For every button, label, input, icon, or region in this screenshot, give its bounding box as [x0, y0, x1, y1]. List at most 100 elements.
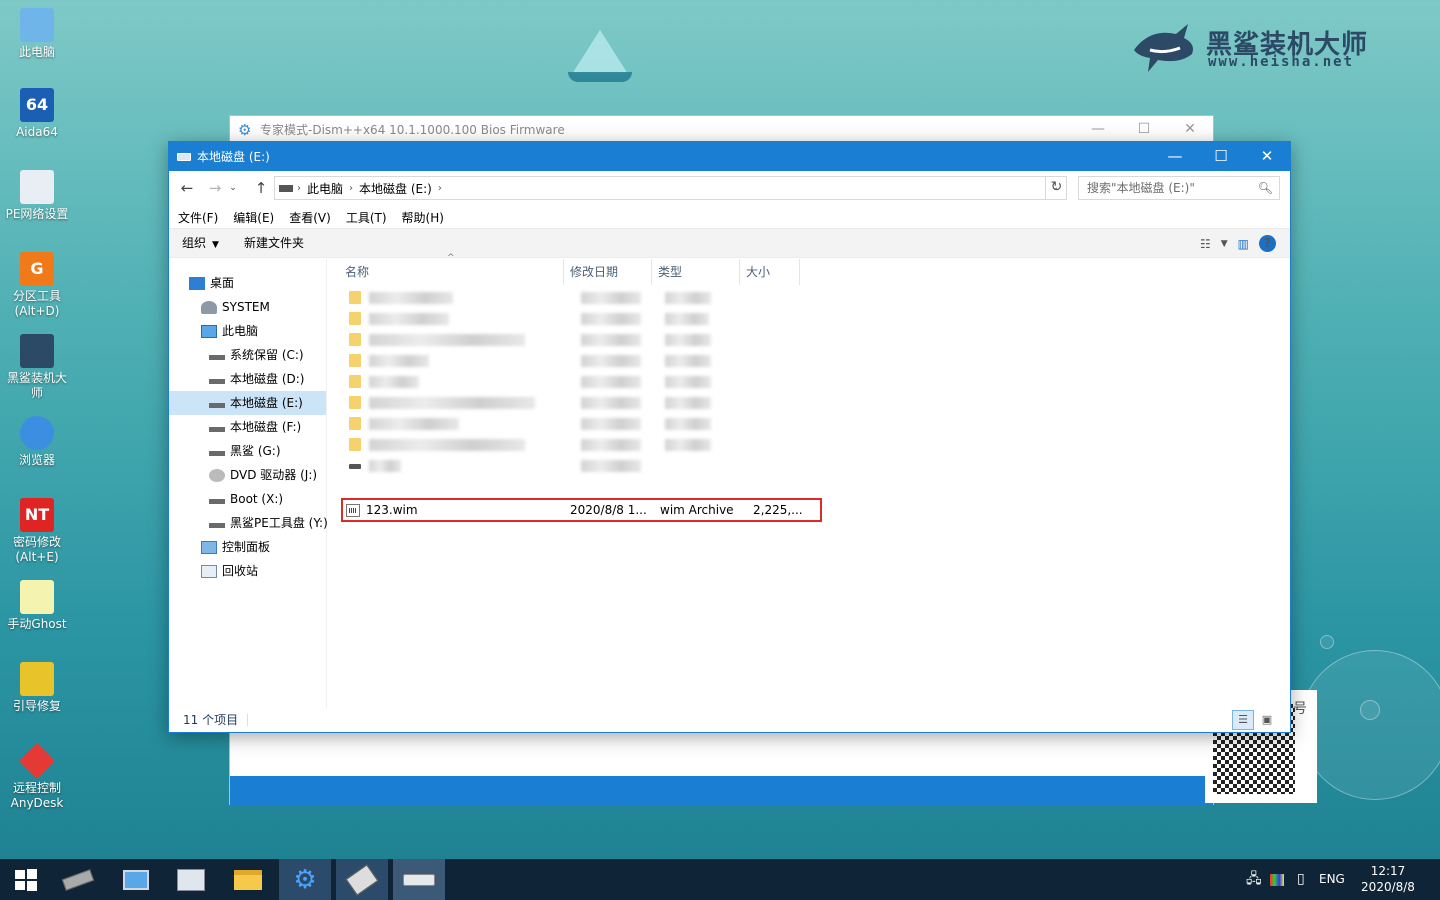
- input-language[interactable]: ENG: [1319, 859, 1345, 900]
- menu-help[interactable]: 帮助(H): [402, 208, 444, 228]
- dism-title-bar[interactable]: ⚙ 专家模式-Dism++x64 10.1.1000.100 Bios Firm…: [230, 116, 1213, 143]
- folder-icon: [349, 464, 361, 469]
- desktop-icon-aida64[interactable]: 64 Aida64: [4, 88, 70, 140]
- menu-edit[interactable]: 编辑(E): [233, 208, 274, 228]
- close-button[interactable]: ✕: [1244, 142, 1290, 171]
- taskbar-memory-app[interactable]: [52, 859, 104, 900]
- desktop-icon-password-key[interactable]: NT 密码修改 (Alt+E): [4, 498, 70, 565]
- forward-arrow-icon[interactable]: →: [205, 177, 225, 199]
- obscured-text: [581, 460, 641, 472]
- desktop-icon-boot-repair[interactable]: 引导修复: [4, 662, 70, 714]
- breadcrumb-separator[interactable]: ›: [349, 183, 353, 194]
- close-button[interactable]: ✕: [1167, 116, 1213, 143]
- maximize-button[interactable]: ☐: [1121, 116, 1167, 143]
- taskbar-disk-tool[interactable]: [336, 859, 388, 900]
- search-input[interactable]: 搜索"本地磁盘 (E:)" 🔍︎: [1078, 176, 1280, 200]
- menu-file[interactable]: 文件(F): [178, 208, 218, 228]
- ghost-icon: [20, 580, 54, 614]
- list-item[interactable]: [349, 456, 849, 476]
- desktop-icon-label: (Alt+D): [14, 304, 60, 318]
- desktop-icon-partition-tool[interactable]: G 分区工具 (Alt+D): [4, 252, 70, 319]
- breadcrumb-drive-e[interactable]: 本地磁盘 (E:): [359, 180, 432, 197]
- nav-item-10[interactable]: 黑鲨PE工具盘 (Y:): [209, 511, 328, 535]
- network-icon: [20, 170, 54, 204]
- desktop-icon-ghost[interactable]: 手动Ghost: [4, 580, 70, 632]
- nav-item-8[interactable]: DVD 驱动器 (J:): [209, 463, 317, 487]
- breadcrumb-this-pc[interactable]: 此电脑: [307, 180, 343, 197]
- obscured-text: [665, 355, 711, 367]
- nav-item-1[interactable]: SYSTEM: [201, 295, 270, 319]
- breadcrumb-separator[interactable]: ›: [438, 183, 442, 194]
- desktop-icon-browser[interactable]: 浏览器: [4, 416, 70, 468]
- minimize-button[interactable]: —: [1152, 142, 1198, 171]
- file-explorer-window[interactable]: 本地磁盘 (E:) — ☐ ✕ ← → ⌄ ↑ › 此电脑 › 本地磁盘 (E:…: [168, 141, 1291, 733]
- nav-item-0[interactable]: 桌面: [189, 271, 234, 295]
- taskbar-drive-window[interactable]: [393, 859, 445, 900]
- list-item[interactable]: [349, 414, 849, 434]
- taskbar-file-explorer[interactable]: [222, 859, 274, 900]
- chevron-down-icon[interactable]: ▼: [1221, 239, 1228, 249]
- sort-ascending-icon: ^: [447, 253, 455, 263]
- command-toolbar: 组织 ▼ 新建文件夹 ☷ ▼ ▥ ?: [169, 228, 1290, 258]
- nav-item-11[interactable]: 控制面板: [201, 535, 270, 559]
- column-date[interactable]: 修改日期: [564, 259, 652, 285]
- view-options-icon[interactable]: ☷: [1200, 237, 1211, 251]
- column-type[interactable]: 类型: [652, 259, 740, 285]
- network-tray-icon[interactable]: 🖧: [1246, 859, 1262, 900]
- explorer-title-bar[interactable]: 本地磁盘 (E:): [169, 142, 1290, 171]
- brand-url: www.heisha.net: [1208, 54, 1355, 70]
- nav-item-9[interactable]: Boot (X:): [209, 487, 283, 511]
- menu-tools[interactable]: 工具(T): [346, 208, 387, 228]
- breadcrumb-separator[interactable]: ›: [297, 183, 301, 194]
- nav-item-2[interactable]: 此电脑: [201, 319, 258, 343]
- maximize-button[interactable]: ☐: [1198, 142, 1244, 171]
- color-tray-icon[interactable]: [1270, 859, 1284, 900]
- list-item[interactable]: [349, 288, 849, 308]
- list-item[interactable]: [349, 393, 849, 413]
- clock[interactable]: 12:17 2020/8/8: [1350, 863, 1426, 895]
- usb-tray-icon[interactable]: ▯: [1297, 859, 1305, 900]
- desktop-icon-network[interactable]: PE网络设置: [4, 170, 70, 222]
- list-item[interactable]: [349, 330, 849, 350]
- taskbar-this-pc[interactable]: [110, 859, 162, 900]
- taskbar-dism[interactable]: ⚙: [279, 859, 331, 900]
- recent-locations-chevron-icon[interactable]: ⌄: [227, 177, 239, 199]
- nav-item-12[interactable]: 回收站: [201, 559, 258, 583]
- start-button[interactable]: [0, 859, 52, 900]
- clock-time: 12:17: [1370, 864, 1406, 878]
- obscured-text: [369, 292, 453, 304]
- preview-pane-icon[interactable]: ▥: [1238, 237, 1249, 251]
- nav-item-3[interactable]: 系统保留 (C:): [209, 343, 304, 367]
- list-item[interactable]: [349, 372, 849, 392]
- dism-bottom-bar: [230, 776, 1213, 806]
- menu-view[interactable]: 查看(V): [289, 208, 331, 228]
- desktop-icon-heisha-shark[interactable]: 黑鲨装机大师: [4, 334, 70, 401]
- obscured-text: [581, 376, 641, 388]
- minimize-button[interactable]: —: [1075, 116, 1121, 143]
- refresh-icon[interactable]: ↻: [1045, 176, 1067, 200]
- column-size[interactable]: 大小: [740, 259, 800, 285]
- gear-icon: ⚙: [293, 864, 317, 895]
- disk-tool-icon: [345, 863, 379, 896]
- new-folder-button[interactable]: 新建文件夹: [244, 229, 304, 258]
- obscured-text: [581, 397, 641, 409]
- list-item[interactable]: [349, 435, 849, 455]
- list-item[interactable]: [349, 309, 849, 329]
- desktop-icon-computer[interactable]: 此电脑: [4, 8, 70, 60]
- list-item[interactable]: [349, 351, 849, 371]
- bubble-decoration: [1360, 700, 1380, 720]
- back-arrow-icon[interactable]: ←: [177, 177, 197, 199]
- desktop-icon-label: 引导修复: [12, 699, 61, 713]
- up-arrow-icon[interactable]: ↑: [251, 177, 271, 199]
- address-bar[interactable]: › 此电脑 › 本地磁盘 (E:) › ⌄: [274, 176, 1067, 200]
- details-view-icon[interactable]: ☰: [1232, 710, 1254, 730]
- help-icon[interactable]: ?: [1259, 235, 1276, 252]
- large-icons-view-icon[interactable]: ▣: [1256, 710, 1278, 730]
- nav-item-5[interactable]: 本地磁盘 (E:): [169, 391, 326, 415]
- nav-item-6[interactable]: 本地磁盘 (F:): [209, 415, 301, 439]
- desktop-icon-anydesk[interactable]: 远程控制 AnyDesk: [4, 742, 70, 811]
- organize-button[interactable]: 组织 ▼: [182, 229, 219, 260]
- nav-item-7[interactable]: 黑鲨 (G:): [209, 439, 281, 463]
- taskbar-keyboard-app[interactable]: [165, 859, 217, 900]
- nav-item-4[interactable]: 本地磁盘 (D:): [209, 367, 304, 391]
